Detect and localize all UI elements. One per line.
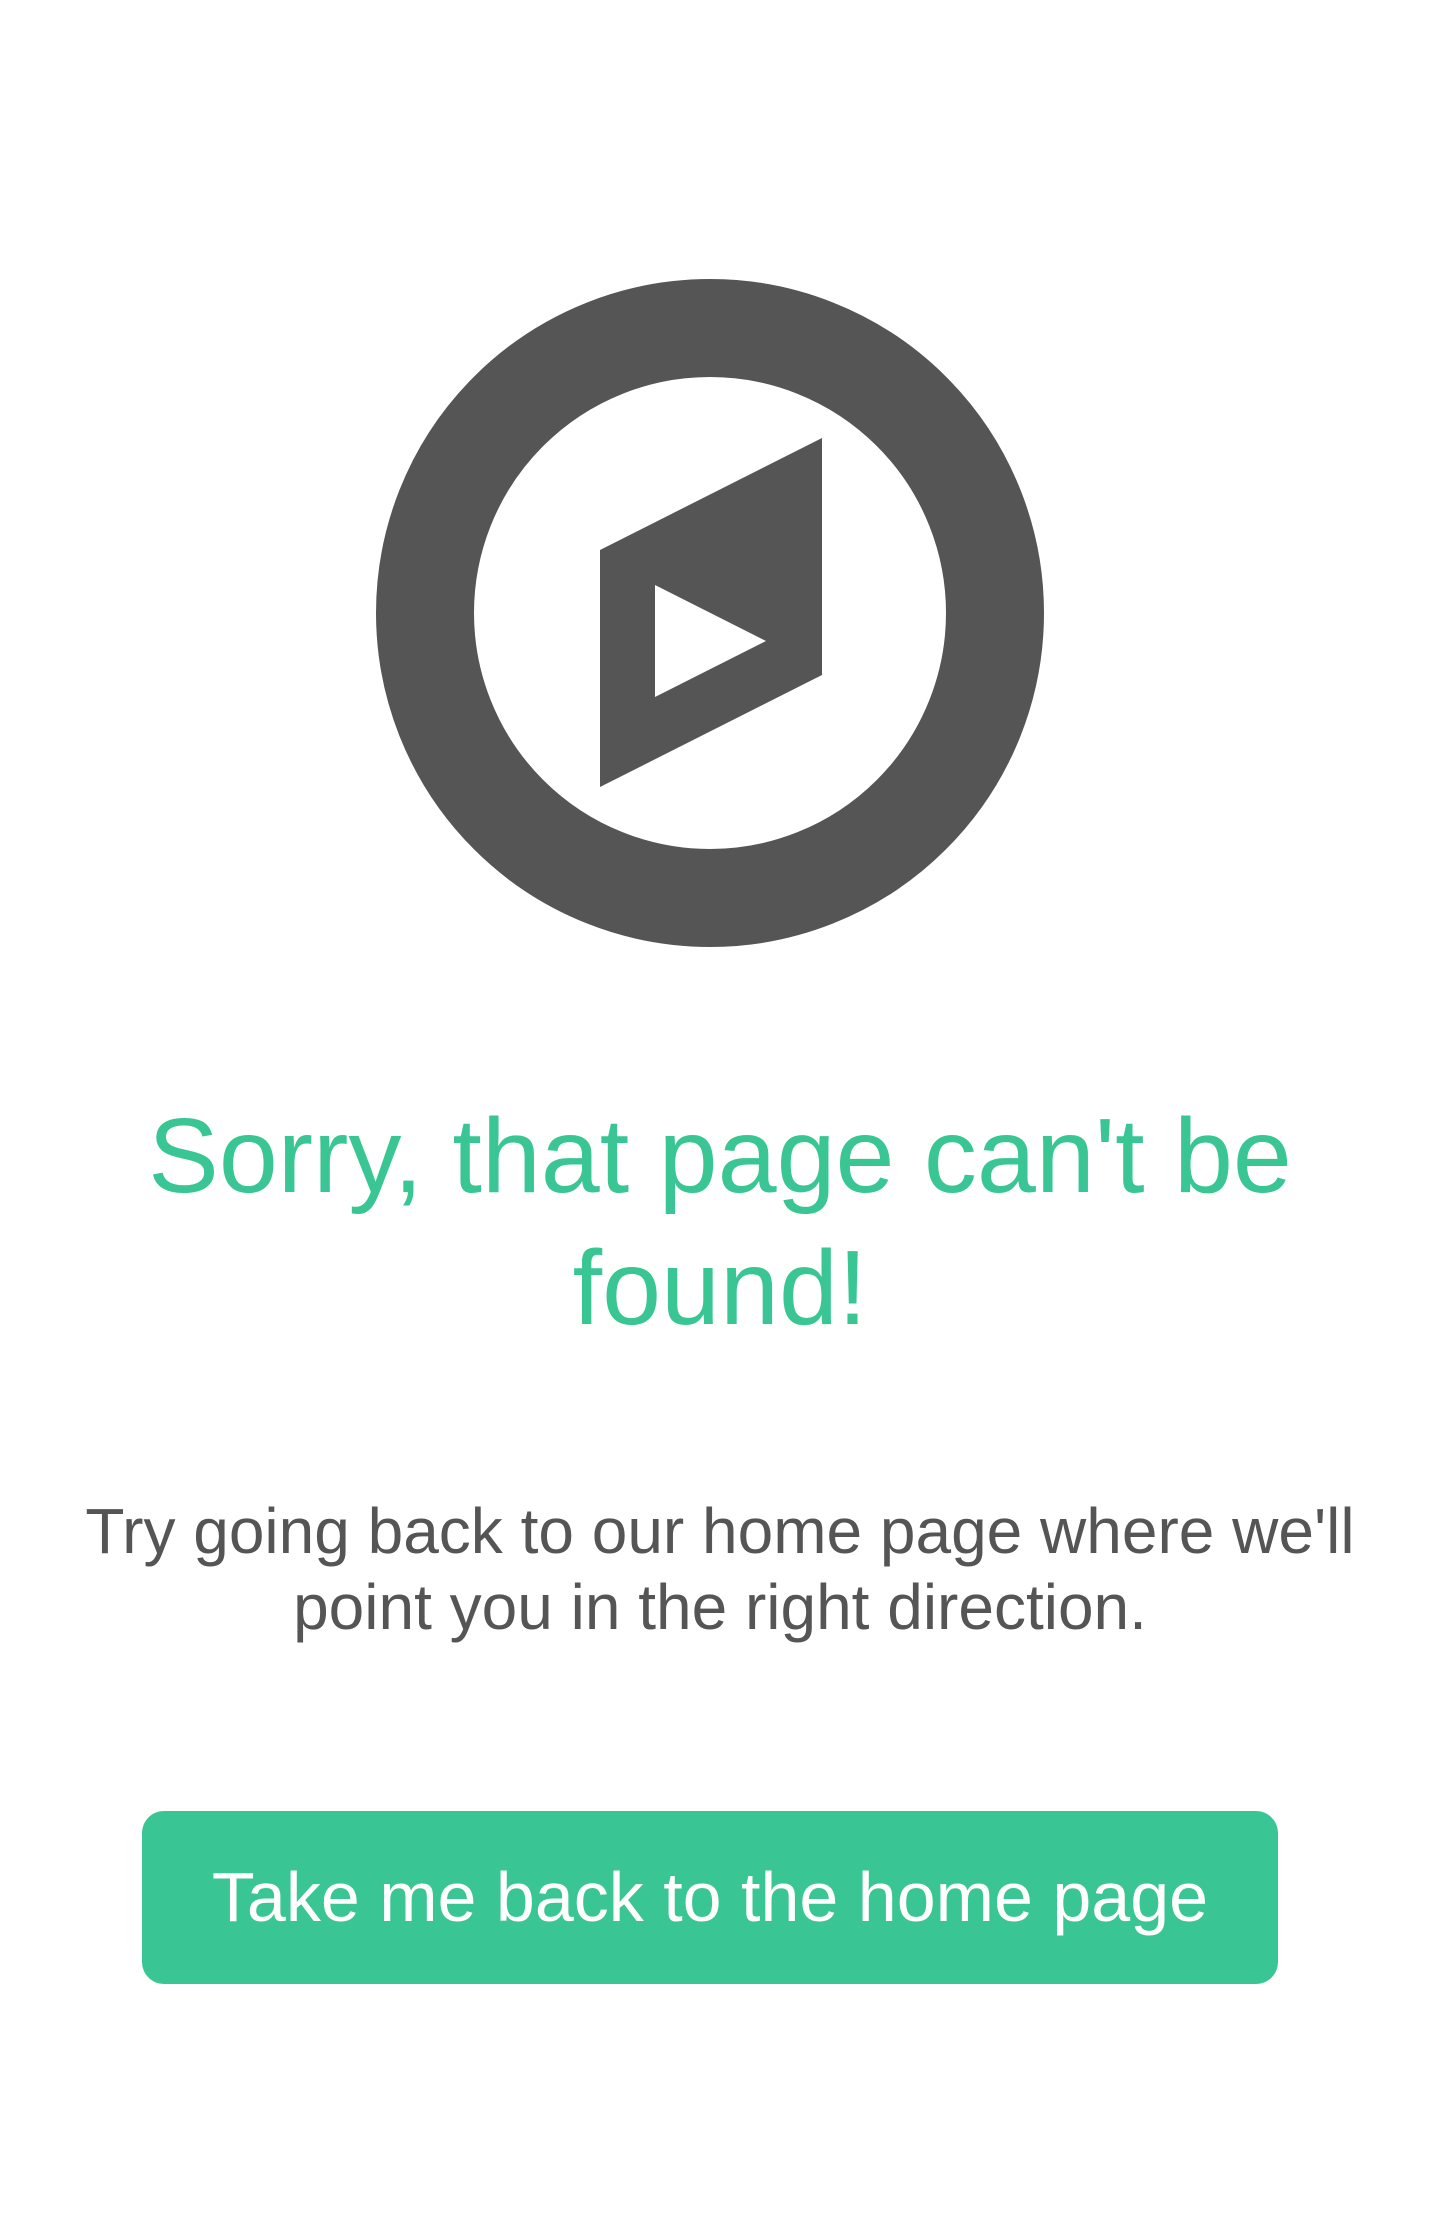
not-found-page: Sorry, that page can't be found! Try goi… — [0, 0, 1440, 2236]
play-circle-logo-icon — [376, 279, 1044, 947]
error-message: Try going back to our home page where we… — [85, 1495, 1355, 1643]
error-title: Sorry, that page can't be found! — [148, 1097, 1292, 1347]
home-page-button[interactable]: Take me back to the home page — [142, 1811, 1278, 1984]
